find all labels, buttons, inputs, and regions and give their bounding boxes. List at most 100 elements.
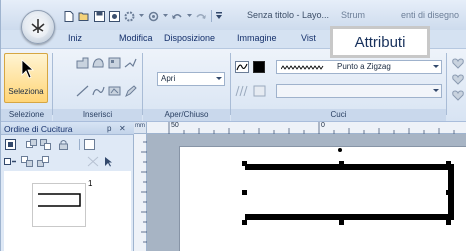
group-aper-chiuso: Apri Aper/Chiuso: [143, 51, 230, 121]
screenshot-margin: [466, 0, 474, 251]
aper-chiuso-value: Apri: [161, 74, 176, 83]
zigzag-stitch-icon: [281, 65, 324, 70]
new-document-icon[interactable]: [63, 10, 75, 22]
group-selezione: Seleziona Selezione: [1, 51, 52, 121]
group-objects-icon[interactable]: [21, 155, 33, 167]
aper-chiuso-dropdown[interactable]: Apri: [157, 72, 225, 86]
vruler-ticks: [141, 141, 147, 243]
resize-handle-br[interactable]: [446, 220, 451, 225]
tab-disposizione[interactable]: Disposizione: [164, 33, 215, 43]
heart-icon[interactable]: [451, 57, 465, 70]
tab-immagine[interactable]: Immagine: [237, 33, 277, 43]
app-window: Senza titolo - Layo... Strum enti di dis…: [0, 0, 466, 251]
ruler-label-50: 50: [171, 122, 179, 129]
horizontal-ruler: 50 0: [147, 122, 466, 134]
undo-icon[interactable]: [171, 10, 183, 22]
stitch-object-thumbnail[interactable]: [32, 183, 86, 227]
resize-handle-tr[interactable]: [446, 161, 451, 166]
line-sew-icon[interactable]: [235, 60, 249, 73]
thumbnail-shape: [38, 193, 81, 207]
pin-icon[interactable]: p: [107, 124, 111, 133]
design-page[interactable]: [179, 146, 466, 251]
resize-handle-tl[interactable]: [242, 161, 247, 166]
group-label-aper-chiuso: Aper/Chiuso: [143, 109, 230, 121]
region-color-icon[interactable]: [253, 84, 267, 97]
freehand-tool-icon[interactable]: [123, 56, 137, 69]
chevron-down-icon[interactable]: [138, 10, 144, 22]
redo-icon[interactable]: [195, 10, 207, 22]
select-button[interactable]: Seleziona: [4, 53, 48, 103]
frame-icon[interactable]: [83, 138, 95, 150]
sew-icon[interactable]: [108, 10, 120, 22]
chevron-down-icon[interactable]: [186, 10, 192, 22]
ungroup-objects-icon[interactable]: [37, 155, 49, 167]
pen-tool-icon[interactable]: [123, 84, 137, 97]
resize-handle-l[interactable]: [242, 190, 247, 195]
canvas-background: [147, 134, 466, 251]
group-cuci: Punto a Zigzag Cuci: [231, 51, 446, 121]
cut-icon[interactable]: [87, 155, 99, 167]
stop-icon[interactable]: [147, 10, 159, 22]
customize-toolbar-icon[interactable]: [216, 10, 222, 22]
ruler-label-0: 0: [321, 122, 325, 129]
rect-tool-icon[interactable]: [75, 56, 89, 69]
region-stitch-dropdown[interactable]: [276, 84, 442, 98]
thumbnail-number: 1: [88, 179, 93, 188]
lock-icon[interactable]: [57, 138, 69, 150]
toolbar-separator: [211, 10, 212, 22]
resize-handle-t[interactable]: [339, 161, 344, 166]
region-sew-icon[interactable]: [235, 84, 249, 97]
stitch-type-value: Punto a Zigzag: [337, 62, 391, 71]
resize-handle-r[interactable]: [446, 190, 451, 195]
heart-icon[interactable]: [451, 73, 465, 86]
pointer-arrow-icon: [21, 59, 35, 79]
window-title: Senza titolo - Layo...: [247, 10, 330, 20]
application-menu-button[interactable]: [21, 10, 55, 44]
text-frame-tool-icon[interactable]: [107, 56, 121, 69]
group-extra: [447, 51, 466, 121]
ruler-unit-label: mm: [135, 123, 145, 129]
window-title-ghost-1: Strum: [341, 10, 366, 20]
panel-toolbar-row-1: [1, 136, 134, 153]
app-logo-icon: [27, 16, 49, 38]
pointer-icon[interactable]: [103, 155, 115, 167]
line-tool-icon[interactable]: [75, 84, 89, 97]
vertical-ruler: [134, 134, 147, 251]
chevron-down-icon: [433, 89, 439, 92]
ruler-corner: mm: [134, 122, 147, 134]
save-icon[interactable]: [93, 10, 105, 22]
resize-handle-b[interactable]: [339, 220, 344, 225]
move-to-front-icon[interactable]: [25, 138, 37, 150]
open-folder-icon[interactable]: [78, 10, 90, 22]
ruler-ticks: [168, 122, 455, 134]
curve-tool-icon[interactable]: [91, 84, 105, 97]
stitch-order-panel: Ordine di Cucitura p ✕ 1: [1, 122, 134, 251]
settings-gear-icon[interactable]: [123, 10, 135, 22]
group-label-inserisci: Inserisci: [53, 109, 142, 121]
tab-vist[interactable]: Vist: [301, 33, 316, 43]
move-forward-icon[interactable]: [39, 138, 51, 150]
selected-shape[interactable]: [179, 146, 466, 251]
quick-access-toolbar: [63, 10, 222, 22]
panel-toolbar-row-2: [1, 153, 134, 170]
ribbon: Seleziona Selezione Inserisci Apri Aper/…: [1, 48, 466, 122]
chevron-down-icon[interactable]: [162, 10, 168, 22]
resize-handle-bl[interactable]: [242, 220, 247, 225]
rotate-handle[interactable]: [338, 148, 342, 152]
tab-attributi-label: Attributi: [354, 33, 406, 51]
heart-icon[interactable]: [451, 89, 465, 102]
stamp-tool-icon[interactable]: [107, 84, 121, 97]
line-color-swatch[interactable]: [253, 61, 265, 73]
stitch-type-dropdown[interactable]: Punto a Zigzag: [276, 60, 442, 74]
chevron-down-icon: [433, 65, 439, 68]
sort-icon[interactable]: [4, 155, 16, 167]
tab-iniz[interactable]: Iniz: [68, 33, 82, 43]
panel-header: Ordine di Cucitura p ✕: [1, 122, 134, 135]
tab-attributi[interactable]: Attributi: [330, 26, 430, 58]
stitch-order-list: 1: [4, 171, 131, 251]
shape-tool-icon[interactable]: [91, 56, 105, 69]
tab-modifica[interactable]: Modifica: [119, 33, 153, 43]
close-icon[interactable]: ✕: [119, 124, 126, 133]
group-label-cuci: Cuci: [231, 109, 446, 121]
fit-view-icon[interactable]: [4, 138, 16, 150]
